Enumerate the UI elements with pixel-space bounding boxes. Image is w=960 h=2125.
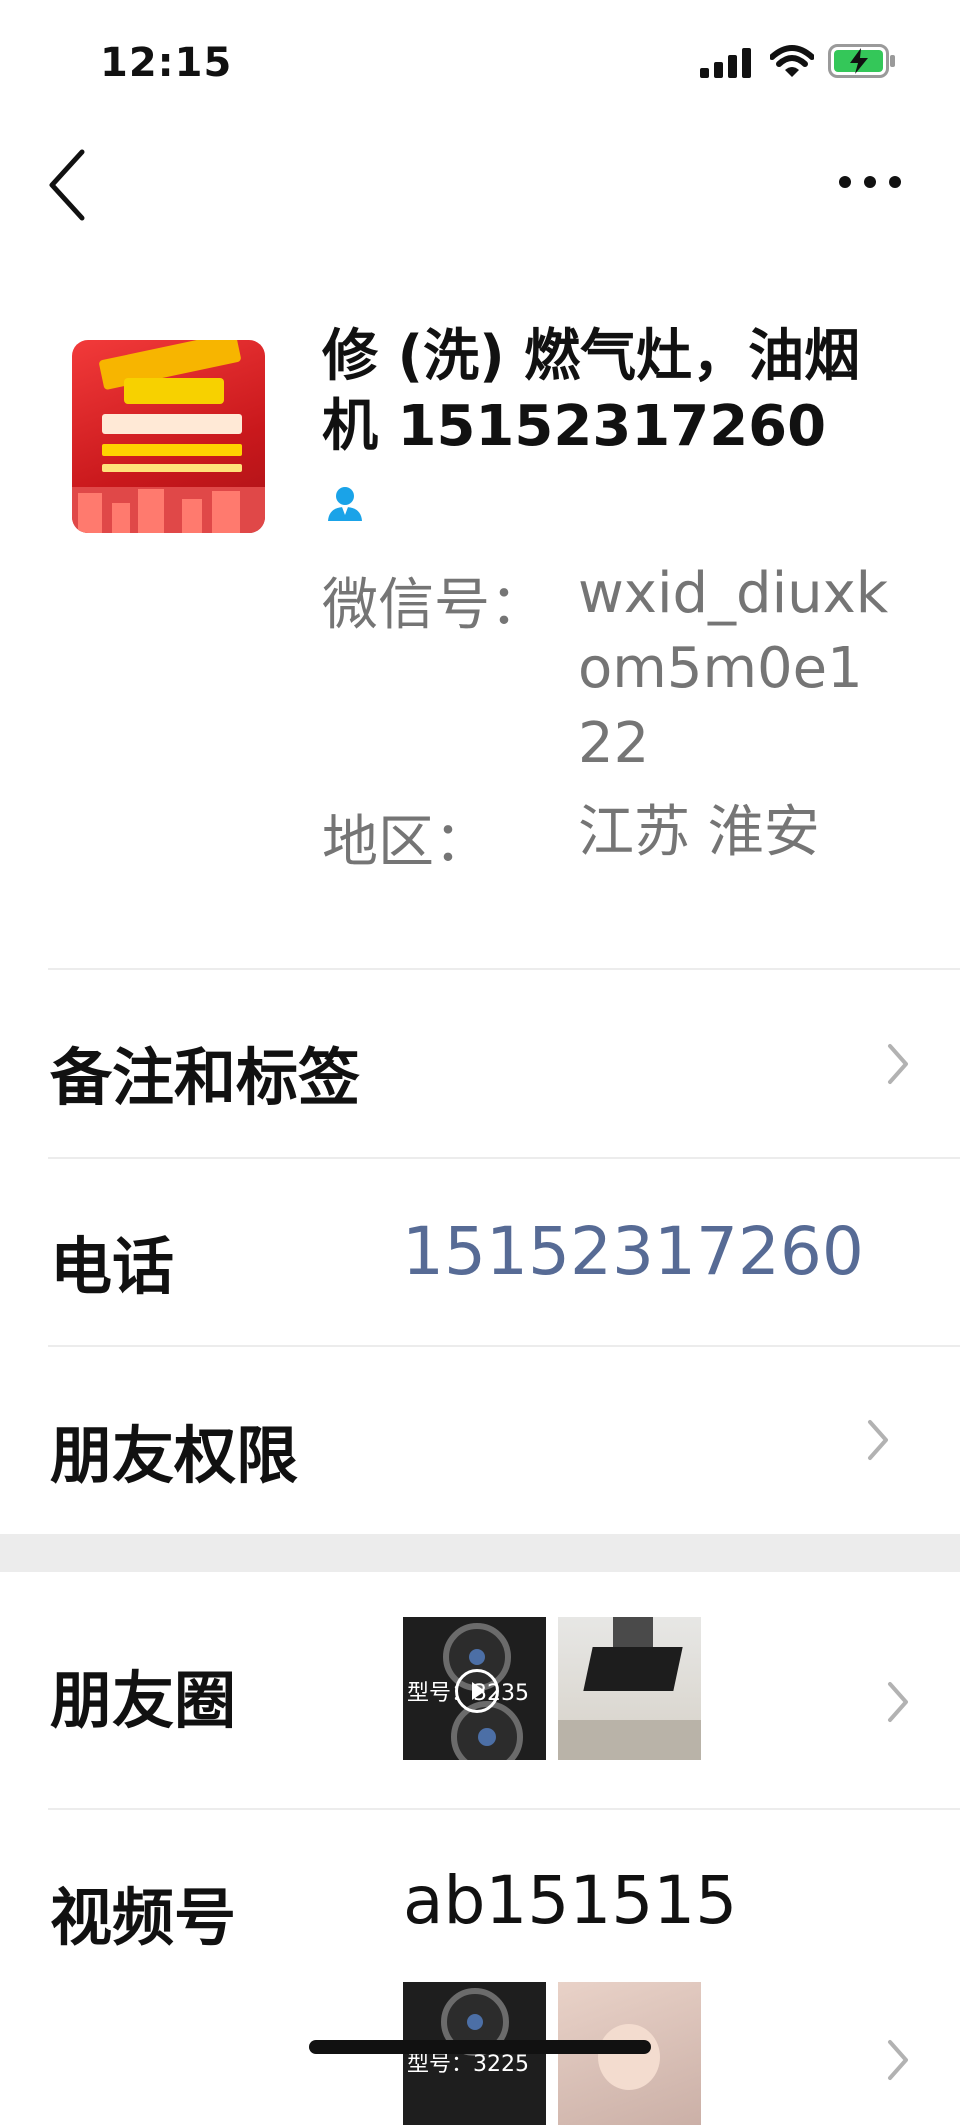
chevron-right-icon [888,1044,908,1084]
section-separator [0,1534,960,1572]
kitchen-counter [558,1720,701,1760]
moments-thumbnail[interactable] [558,1617,701,1760]
more-dots-icon [839,176,901,188]
row-channels-label: 视频号 [50,1881,237,1954]
more-button[interactable] [830,160,930,200]
row-notes-tags[interactable]: 备注和标签 [0,970,960,1158]
home-indicator [309,2040,651,2054]
back-button[interactable] [40,140,100,230]
avatar-service-row [102,464,242,472]
channels-id: ab151515 [403,1862,738,1939]
range-hood-chimney [613,1617,653,1651]
wifi-icon [770,45,814,77]
contact-name: 修 (洗) 燃气灶，油烟机 15152317260 [322,324,861,459]
wechat-id-value[interactable]: wxid_diuxkom5m0e122 [578,556,898,781]
row-friend-permissions[interactable]: 朋友权限 [0,1348,960,1532]
avatar-service-row [102,444,242,456]
row-friend-permissions-label: 朋友权限 [50,1419,299,1492]
play-icon [455,1669,499,1713]
baby-photo [598,2024,660,2090]
row-channels[interactable]: 视频号 型号：3225 [0,1810,960,2125]
chevron-right-icon [888,1682,908,1722]
chevron-right-icon [868,1420,888,1460]
avatar[interactable] [72,340,265,533]
avatar-banner-sub [124,378,224,404]
moments-thumbnail[interactable]: 型号：3235 [403,1617,546,1760]
phone-number-link[interactable]: 15152317260 [402,1213,864,1290]
avatar-service-box [102,414,242,434]
row-moments[interactable]: 朋友圈 型号：3235 [0,1572,960,1808]
signal-icon [700,48,751,78]
avatar-city-graphic [72,487,265,533]
row-phone-label: 电话 [50,1230,175,1303]
row-notes-label: 备注和标签 [50,1041,361,1114]
region-label: 地区： [322,810,490,875]
chevron-right-icon [888,2040,908,2080]
row-moments-label: 朋友圈 [50,1664,237,1737]
person-icon [328,487,362,521]
wechat-id-label: 微信号： [322,573,546,638]
region-value: 江苏 淮安 [578,800,820,865]
divider [48,1345,960,1347]
status-time: 12:15 [100,40,233,86]
battery-charging-icon [828,44,895,78]
range-hood [583,1647,683,1691]
divider [48,1157,960,1159]
chevron-left-icon [49,149,85,221]
